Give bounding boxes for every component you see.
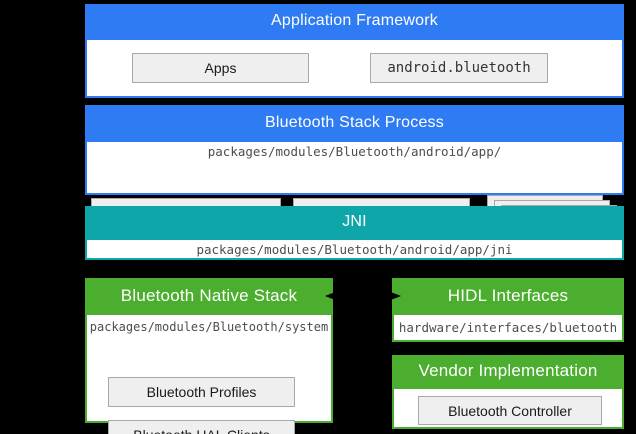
- bluetooth-stack-process-header: Bluetooth Stack Process: [85, 105, 624, 140]
- section-hidl-interfaces: HIDL Interfaces hardware/interfaces/blue…: [392, 278, 624, 342]
- bluetooth-native-stack-header: Bluetooth Native Stack: [85, 278, 333, 313]
- native-bluetooth-profiles-box: Bluetooth Profiles: [108, 377, 295, 407]
- section-jni: JNI packages/modules/Bluetooth/android/a…: [85, 206, 624, 260]
- bidirectional-arrow-icon: [320, 288, 406, 304]
- native-stack-path-label: packages/modules/Bluetooth/system: [87, 320, 331, 334]
- apps-box: Apps: [132, 53, 309, 83]
- section-vendor-implementation: Vendor Implementation Bluetooth Controll…: [392, 355, 624, 429]
- section-bluetooth-stack-process: Bluetooth Stack Process packages/modules…: [85, 105, 624, 195]
- android-bluetooth-box: android.bluetooth: [370, 53, 548, 83]
- application-framework-body: Apps android.bluetooth: [85, 38, 624, 98]
- hidl-path-label: hardware/interfaces/bluetooth: [399, 320, 617, 335]
- hidl-interfaces-body: hardware/interfaces/bluetooth: [392, 313, 624, 342]
- bluetooth-native-stack-body: packages/modules/Bluetooth/system Blueto…: [85, 313, 333, 423]
- jni-path-label: packages/modules/Bluetooth/android/app/j…: [196, 242, 512, 257]
- jni-body: packages/modules/Bluetooth/android/app/j…: [85, 238, 624, 260]
- vendor-implementation-header: Vendor Implementation: [392, 355, 624, 387]
- jni-header: JNI: [85, 206, 624, 238]
- stack-process-path-label: packages/modules/Bluetooth/android/app/: [87, 144, 622, 159]
- bluetooth-controller-box: Bluetooth Controller: [418, 396, 602, 425]
- android-bluetooth-stack-diagram: Application Framework Apps android.bluet…: [0, 0, 636, 434]
- application-framework-header: Application Framework: [85, 4, 624, 38]
- bluetooth-stack-process-body: packages/modules/Bluetooth/android/app/ …: [85, 140, 624, 195]
- bluetooth-hal-clients-box: Bluetooth HAL Clients: [108, 420, 295, 434]
- vendor-implementation-body: Bluetooth Controller: [392, 387, 624, 429]
- section-application-framework: Application Framework Apps android.bluet…: [85, 4, 624, 98]
- hidl-interfaces-header: HIDL Interfaces: [392, 278, 624, 313]
- section-bluetooth-native-stack: Bluetooth Native Stack packages/modules/…: [85, 278, 333, 423]
